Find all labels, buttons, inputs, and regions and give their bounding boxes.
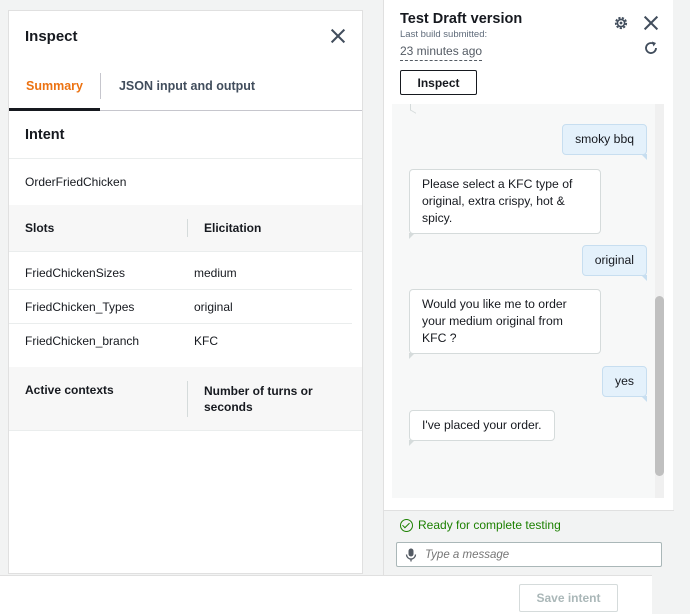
- microphone-icon[interactable]: [405, 548, 417, 562]
- chat-footer: Ready for complete testing: [384, 510, 674, 575]
- test-panel-title: Test Draft version: [400, 11, 523, 27]
- tab-json-input-output[interactable]: JSON input and output: [99, 72, 273, 99]
- slot-name: FriedChickenSizes: [25, 265, 126, 280]
- table-row: FriedChickenSizes medium: [9, 256, 352, 290]
- active-contexts-column-header: Active contexts: [25, 383, 114, 397]
- bot-message: I've placed your order.: [409, 410, 555, 446]
- message-input-box[interactable]: [396, 542, 662, 567]
- slot-value: KFC: [194, 334, 218, 348]
- contexts-table-header: Active contexts Number of turns or secon…: [9, 367, 362, 431]
- inspect-title: Inspect: [25, 27, 78, 45]
- user-message: yes: [602, 366, 647, 402]
- user-message: original: [581, 245, 648, 281]
- gear-icon[interactable]: [613, 15, 629, 31]
- slot-value: original: [194, 299, 233, 314]
- tab-summary[interactable]: Summary: [9, 61, 100, 111]
- last-build-label: Last build submitted:: [400, 29, 488, 40]
- table-row: FriedChicken_Types original: [9, 290, 352, 324]
- inspect-tabs: Summary JSON input and output: [9, 61, 362, 111]
- inspect-panel: Inspect Summary JSON input and output In…: [8, 10, 363, 574]
- refresh-icon[interactable]: [643, 40, 659, 56]
- inspect-button[interactable]: Inspect: [400, 70, 477, 95]
- bot-message: Would you like me to order your medium o…: [409, 289, 601, 359]
- slot-value: medium: [194, 265, 237, 280]
- intent-value: OrderFriedChicken: [25, 175, 127, 189]
- page-footer: Save intent: [0, 575, 652, 614]
- message-input[interactable]: [425, 548, 645, 561]
- status-text: Ready for complete testing: [418, 518, 561, 532]
- inspect-header: Inspect: [9, 11, 362, 61]
- close-icon[interactable]: [643, 15, 659, 31]
- status-indicator: Ready for complete testing: [400, 518, 561, 532]
- slots-table-header: Slots Elicitation: [9, 205, 362, 252]
- last-build-time[interactable]: 23 minutes ago: [400, 44, 483, 61]
- chat-conversation: smoky bbq Please select a KFC type of or…: [392, 104, 664, 498]
- user-message: smoky bbq: [562, 124, 647, 160]
- bot-message: Please select a KFC type of original, ex…: [409, 169, 601, 239]
- turns-column-header: Number of turns or seconds: [204, 384, 313, 414]
- intent-heading: Intent: [9, 111, 362, 159]
- slot-name: FriedChicken_branch: [25, 334, 140, 348]
- table-row: FriedChicken_branch KFC: [9, 324, 352, 358]
- check-circle-icon: [400, 518, 413, 532]
- elicitation-column-header: Elicitation: [204, 221, 262, 235]
- chat-scrollbar-thumb[interactable]: [655, 296, 664, 476]
- close-icon[interactable]: [330, 28, 346, 44]
- test-draft-panel: Test Draft version Last build submitted:…: [383, 0, 674, 575]
- save-intent-button[interactable]: Save intent: [519, 584, 618, 612]
- slot-name: FriedChicken_Types: [25, 299, 135, 314]
- slots-column-header: Slots: [25, 221, 55, 235]
- previous-message-tail: [410, 104, 416, 114]
